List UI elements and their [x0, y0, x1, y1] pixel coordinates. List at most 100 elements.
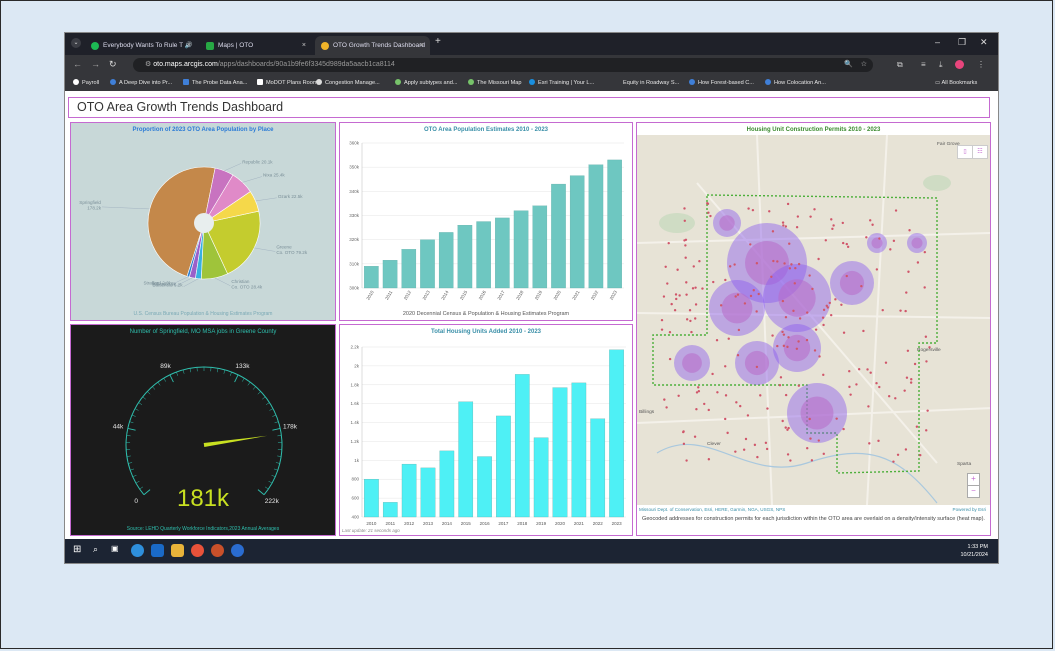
- pie-label: Christian Co. OTO 28.4k: [231, 279, 263, 290]
- gauge-tick: [234, 374, 239, 383]
- permit-point: [905, 291, 908, 294]
- permit-point: [782, 224, 785, 227]
- gauge-tick-label: 178k: [283, 423, 298, 430]
- pie-chart[interactable]: Springfield 178.2kStrafford 2.6kWillard 6…: [71, 123, 336, 321]
- permit-point: [784, 393, 788, 397]
- gauge-tick: [189, 368, 191, 373]
- bookmark-item[interactable]: Payroll: [73, 75, 99, 91]
- download-icon[interactable]: ⤓: [939, 60, 943, 70]
- edge-icon[interactable]: [131, 544, 144, 557]
- app-icon[interactable]: [231, 544, 244, 557]
- bookmark-item[interactable]: Equity in Roadway S...: [623, 75, 679, 91]
- tab-search-button[interactable]: ⌄: [71, 38, 81, 48]
- permit-point: [682, 430, 685, 434]
- arcgis-pro-icon[interactable]: [211, 544, 224, 557]
- reload-icon[interactable]: ↻: [109, 59, 117, 70]
- windows-start-icon[interactable]: ⊞: [73, 544, 86, 557]
- reading-list-icon[interactable]: ≡: [921, 60, 926, 69]
- forward-icon[interactable]: →: [91, 59, 100, 69]
- menu-icon[interactable]: ⋮: [977, 60, 985, 69]
- maximize-button[interactable]: ❐: [958, 37, 966, 48]
- permit-point: [783, 262, 786, 265]
- zoom-icon[interactable]: 🔍: [844, 58, 853, 72]
- bookmark-item[interactable]: The Missouri Map: [468, 75, 521, 91]
- permit-point: [660, 328, 664, 331]
- permit-point: [832, 224, 835, 227]
- heat-map[interactable]: Fair GroveRogersvilleCleverBillingsSpart…: [637, 123, 991, 536]
- bookmark-item[interactable]: How Forest-based C...: [689, 75, 754, 91]
- permit-point: [869, 371, 872, 374]
- search-icon[interactable]: ⌕: [93, 544, 106, 557]
- housing-bar: [382, 502, 398, 518]
- x-tick-label: 2018: [515, 289, 525, 301]
- close-icon[interactable]: ×: [302, 36, 306, 55]
- permit-point: [923, 250, 927, 254]
- tab-dashboard[interactable]: OTO Growth Trends Dashboard ×: [315, 36, 430, 55]
- bookmark-item[interactable]: The Probe Data Ana...: [183, 75, 247, 91]
- permit-point: [845, 274, 848, 278]
- gauge-tick: [257, 391, 261, 395]
- pie-label: Springfield 178.2k: [79, 200, 101, 211]
- bookmark-item[interactable]: How Colocation An...: [765, 75, 826, 91]
- bookmark-item[interactable]: Apply subtypes and...: [395, 75, 458, 91]
- bookmark-label: Payroll: [82, 80, 100, 86]
- bookmark-item[interactable]: Congestion Manage...: [316, 75, 380, 91]
- permit-point: [737, 328, 741, 332]
- gauge-tick: [135, 480, 140, 484]
- x-tick-label: 2010: [366, 521, 377, 526]
- housing-bar-chart[interactable]: 400 600 800 1k 1.2k 1.4k 1.6k 1.8k 2k 2.2k 2010 201…: [340, 325, 633, 536]
- tab-spotify[interactable]: Everybody Wants To Rule T 🔊 ×: [85, 36, 197, 55]
- gauge-arc: [125, 366, 283, 496]
- esri-attribution[interactable]: Powered by Esri: [953, 507, 986, 512]
- back-icon[interactable]: ←: [73, 59, 82, 69]
- file-explorer-icon[interactable]: [171, 544, 184, 557]
- bookmark-item[interactable]: Esri Training | Your L...: [529, 75, 594, 91]
- population-bar-chart[interactable]: 300k 310k 320k 330k 340k 350k 360k 2010 2011 2012…: [340, 123, 633, 321]
- legend-icon[interactable]: ☷: [972, 145, 988, 159]
- population-bar: [420, 239, 435, 289]
- population-bar: [569, 175, 585, 289]
- all-bookmarks[interactable]: ▭ All Bookmarks: [935, 75, 977, 91]
- population-bar: [532, 205, 548, 289]
- permit-point: [808, 274, 811, 277]
- x-tick-label: 2011: [385, 521, 395, 526]
- esri-icon: [529, 79, 535, 85]
- permit-point: [907, 270, 910, 273]
- site-info-icon[interactable]: ⚙: [145, 61, 153, 68]
- permit-point: [766, 407, 769, 410]
- permit-point: [747, 207, 750, 210]
- permit-point: [875, 381, 878, 385]
- permit-point: [916, 261, 920, 264]
- permit-point: [735, 401, 738, 404]
- permit-point: [673, 308, 677, 312]
- permit-point: [787, 336, 790, 339]
- minimize-button[interactable]: –: [935, 37, 940, 47]
- bookmark-icon[interactable]: ▯: [957, 145, 973, 159]
- close-window-button[interactable]: ✕: [980, 37, 988, 48]
- permit-point: [701, 287, 704, 290]
- x-tick-label: 2022: [590, 289, 600, 301]
- zoom-out-button[interactable]: −: [967, 485, 980, 498]
- bookmark-item[interactable]: MoDOT Plans Room: [257, 75, 318, 91]
- permit-point: [688, 309, 692, 312]
- map-place-label: Sparta: [957, 461, 971, 467]
- close-icon[interactable]: ×: [420, 36, 424, 55]
- permit-point: [706, 202, 710, 205]
- housing-bar: [609, 349, 624, 518]
- system-clock[interactable]: 1:33 PM 10/21/2024: [960, 543, 988, 559]
- new-tab-button[interactable]: +: [435, 36, 441, 47]
- extensions-icon[interactable]: ⧉: [897, 60, 903, 70]
- url-field[interactable]: ⚙ oto.maps.arcgis.com/apps/dashboards/90…: [133, 58, 873, 72]
- bookmark-item[interactable]: A Deep Dive into Pr...: [110, 75, 172, 91]
- chrome-icon[interactable]: [191, 544, 204, 557]
- close-icon[interactable]: ×: [187, 36, 191, 55]
- permit-point: [784, 225, 788, 228]
- site-icon: [689, 79, 695, 85]
- permit-point: [825, 304, 828, 308]
- bookmark-star-icon[interactable]: ☆: [861, 58, 867, 72]
- profile-avatar[interactable]: [955, 60, 964, 69]
- task-view-icon[interactable]: ▣: [111, 544, 124, 557]
- outlook-icon[interactable]: [151, 544, 164, 557]
- tab-maps[interactable]: Maps | OTO ×: [200, 36, 312, 55]
- dashboard-icon: [321, 42, 329, 50]
